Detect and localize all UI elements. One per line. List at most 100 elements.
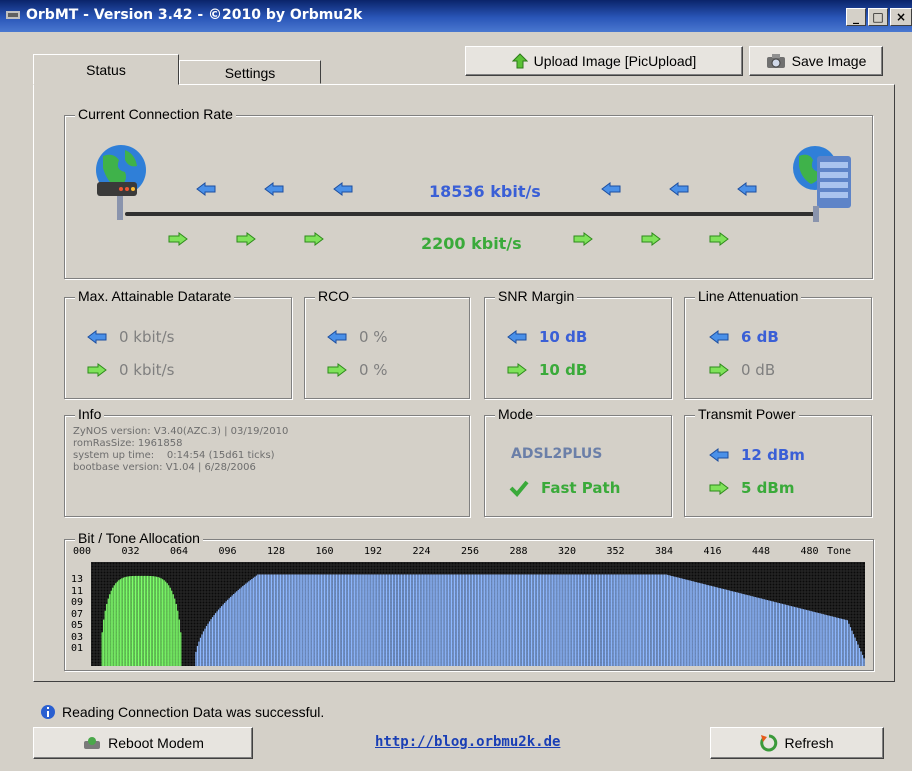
downstream-tone-bar — [665, 574, 667, 666]
downstream-tone-bar — [748, 595, 750, 666]
downstream-tone-bar — [260, 574, 262, 666]
upstream-tone-bar — [175, 603, 177, 666]
arrow-right-icon — [236, 232, 256, 246]
title-bar[interactable]: OrbMT - Version 3.42 - ©2010 by Orbmu2k … — [0, 0, 912, 32]
homepage-link[interactable]: http://blog.orbmu2k.de — [375, 734, 560, 750]
reboot-modem-button[interactable]: Reboot Modem — [33, 727, 253, 759]
upstream-tone-bar — [133, 575, 135, 666]
downstream-tone-bar — [411, 574, 413, 666]
downstream-tone-bar — [363, 574, 365, 666]
downstream-tone-bar — [523, 574, 525, 666]
downstream-tone-bar — [279, 574, 282, 666]
downstream-tone-bar — [514, 574, 516, 666]
downstream-tone-bar — [671, 576, 673, 666]
attenuation-up: 0 dB — [741, 361, 776, 379]
downstream-tone-bar — [299, 574, 301, 666]
downstream-tone-bar — [219, 607, 221, 666]
downstream-tone-bar — [517, 574, 519, 666]
downstream-tone-bar — [242, 586, 244, 666]
downstream-tone-bar — [745, 594, 747, 666]
downstream-tone-bar — [364, 574, 366, 666]
snr-down-row: 10 dB — [507, 328, 587, 346]
downstream-tone-bar — [338, 574, 341, 666]
downstream-tone-bar — [372, 574, 374, 666]
upstream-tone-bar — [124, 577, 126, 666]
upstream-tone-bar — [168, 585, 170, 666]
downstream-tone-bar — [843, 619, 846, 666]
refresh-label: Refresh — [784, 735, 834, 751]
downstream-tone-bar — [258, 574, 261, 666]
downstream-tone-bar — [562, 574, 564, 666]
downstream-tone-bar — [373, 574, 375, 666]
downstream-tone-bar — [535, 574, 537, 666]
downstream-tone-bar — [301, 574, 303, 666]
downstream-tone-bar — [346, 574, 348, 666]
downstream-tone-bar — [842, 619, 844, 666]
downstream-tone-bar — [211, 617, 214, 666]
tab-settings[interactable]: Settings — [179, 60, 321, 84]
downstream-tone-bar — [298, 574, 300, 666]
max-datarate-up-row: 0 kbit/s — [87, 361, 174, 379]
downstream-tone-bar — [694, 581, 696, 666]
downstream-tone-bar — [796, 607, 799, 666]
downstream-tone-bar — [846, 620, 849, 666]
x-tick-label: 032 — [121, 546, 140, 557]
downstream-tone-bar — [627, 574, 629, 666]
downstream-tone-bar — [680, 578, 682, 666]
downstream-tone-bar — [775, 602, 778, 666]
downstream-tone-bar — [409, 574, 412, 666]
downstream-tone-bar — [375, 574, 377, 666]
downstream-tone-bar — [568, 574, 570, 666]
downstream-tone-bar — [474, 574, 477, 666]
rco-up-row: 0 % — [327, 361, 388, 379]
downstream-tone-bar — [827, 615, 829, 666]
downstream-tone-bar — [669, 575, 672, 666]
downstream-tone-bar — [281, 574, 283, 666]
downstream-tone-bar — [478, 574, 480, 666]
downstream-tone-bar — [287, 574, 289, 666]
maximize-button[interactable]: □ — [868, 8, 888, 26]
downstream-tone-bar — [583, 574, 586, 666]
downstream-tone-bar — [689, 580, 691, 666]
tab-settings-label: Settings — [224, 65, 276, 81]
downstream-tone-bar — [208, 621, 211, 666]
minimize-button[interactable]: _ — [846, 8, 866, 26]
save-image-button[interactable]: Save Image — [749, 46, 883, 76]
upstream-tone-bar — [151, 576, 153, 666]
attenuation-down-row: 6 dB — [709, 328, 779, 346]
downstream-tone-bar — [712, 586, 714, 666]
downstream-tone-bar — [441, 574, 443, 666]
downstream-tone-bar — [691, 580, 693, 666]
downstream-tone-bar — [809, 610, 811, 666]
upstream-tone-bar — [177, 610, 179, 666]
tab-status[interactable]: Status — [33, 54, 179, 85]
status-bar: Reading Connection Data was successful. — [40, 704, 324, 720]
downstream-tone-bar — [307, 574, 309, 666]
downstream-tone-bar — [385, 574, 387, 666]
upload-image-button[interactable]: Upload Image [PicUpload] — [465, 46, 743, 76]
arrow-right-icon — [709, 232, 729, 246]
downstream-tone-bar — [606, 574, 608, 666]
downstream-tone-bar — [527, 574, 530, 666]
downstream-tone-bar — [585, 574, 587, 666]
close-button[interactable]: × — [890, 8, 912, 26]
downstream-tone-bar — [458, 574, 460, 666]
downstream-tone-bar — [556, 574, 558, 666]
refresh-button[interactable]: Refresh — [710, 727, 884, 759]
downstream-tone-bar — [673, 576, 675, 666]
downstream-tone-bar — [319, 574, 321, 666]
downstream-tone-bar — [406, 574, 409, 666]
downstream-tone-bar — [322, 574, 324, 666]
downstream-tone-bar — [592, 574, 595, 666]
downstream-tone-bar — [813, 611, 815, 666]
downstream-tone-bar — [682, 578, 684, 666]
upstream-tone-bar — [154, 576, 156, 666]
downstream-tone-bar — [579, 574, 581, 666]
upstream-tone-bar — [171, 590, 173, 666]
downstream-tone-bar — [434, 574, 436, 666]
upstream-tone-bar — [159, 577, 161, 666]
downstream-tone-bar — [618, 574, 620, 666]
downstream-tone-bar — [354, 574, 356, 666]
x-tick-label: 384 — [655, 546, 674, 557]
downstream-tone-bar — [660, 574, 663, 666]
